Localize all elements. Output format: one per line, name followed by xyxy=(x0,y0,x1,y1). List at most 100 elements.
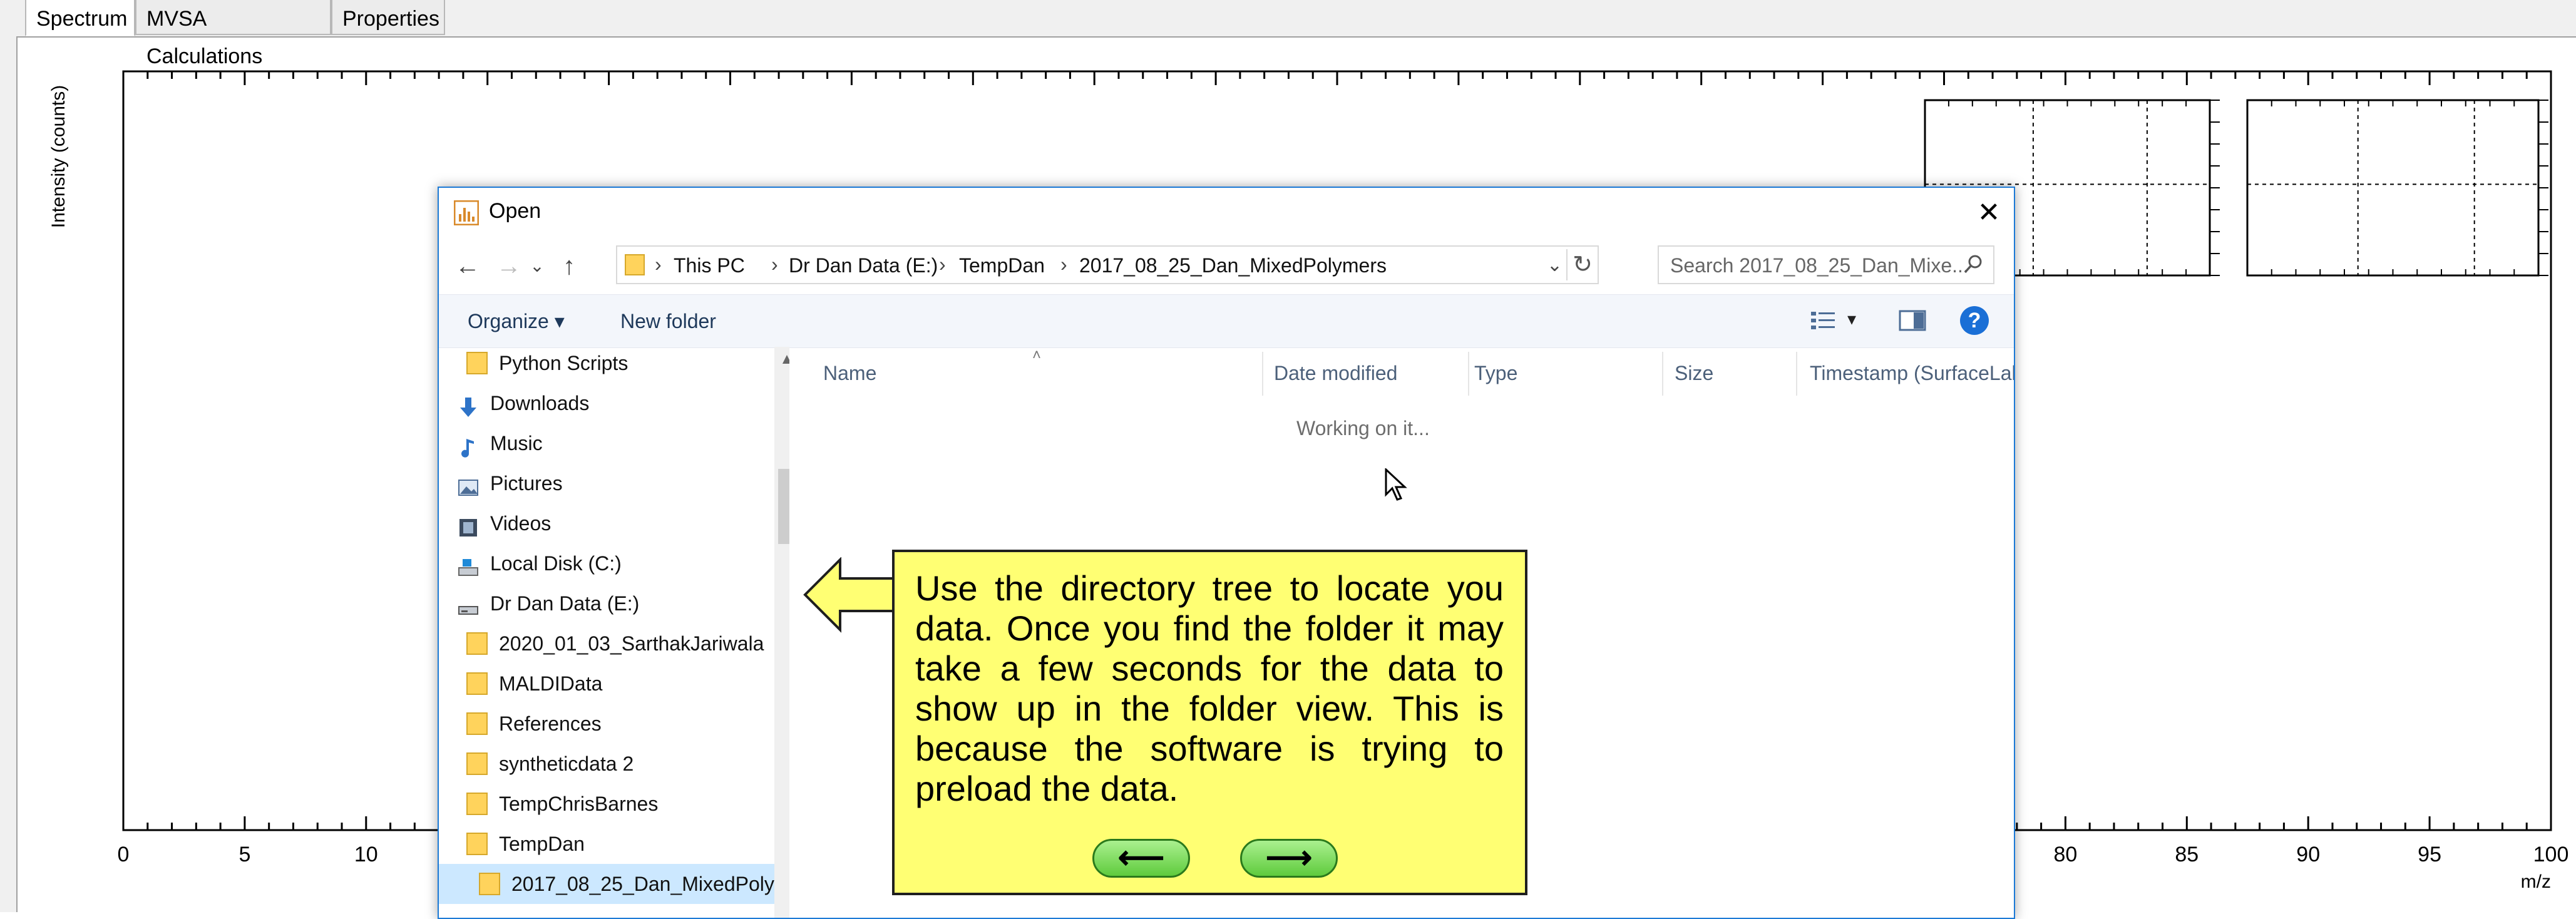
dialog-titlebar[interactable]: Open ✕ xyxy=(439,188,2014,238)
local-disk-icon xyxy=(458,552,479,576)
preview-pane-icon[interactable] xyxy=(1899,310,1926,331)
close-icon: ✕ xyxy=(1977,197,2001,228)
nav-tree-item-label: TempDan xyxy=(499,833,585,855)
nav-tree-item-label: Videos xyxy=(490,512,552,535)
previous-step-button[interactable]: ⟵ xyxy=(1092,839,1190,878)
tutorial-callout: Use the directory tree to locate you dat… xyxy=(892,550,1527,895)
column-separator[interactable] xyxy=(1796,352,1797,396)
folder-icon xyxy=(466,712,488,735)
command-bar: Organize ▾ New folder ▾ ? xyxy=(439,294,2014,348)
refresh-icon[interactable]: ↻ xyxy=(1566,249,1593,280)
app-icon xyxy=(454,200,479,225)
view-dropdown-chevron-icon[interactable]: ▾ xyxy=(1847,309,1856,329)
nav-tree-item-label: Python Scripts xyxy=(499,352,629,374)
nav-tree-item-label: Music xyxy=(490,432,543,454)
nav-tree-item[interactable]: Videos xyxy=(439,503,777,543)
organize-menu[interactable]: Organize ▾ xyxy=(468,307,565,335)
nav-tree-item-label: References xyxy=(499,712,602,735)
drive-icon xyxy=(458,592,479,615)
breadcrumb-separator: › xyxy=(939,253,946,275)
x-tick-label: 10 xyxy=(354,843,378,866)
recent-locations-button[interactable]: ⌄ xyxy=(526,249,548,283)
view-details-icon[interactable] xyxy=(1810,310,1836,331)
y-axis-title: Intensity (counts) xyxy=(48,85,69,228)
search-input[interactable]: Search 2017_08_25_Dan_Mixe... xyxy=(1658,245,1994,284)
x-tick-label: 85 xyxy=(2175,843,2199,866)
breadcrumb-this-pc[interactable]: This PC xyxy=(674,252,745,279)
address-bar[interactable]: › This PC › Dr Dan Data (E:) › TempDan ›… xyxy=(616,245,1599,284)
nav-tree-item[interactable]: Downloads xyxy=(439,383,777,423)
tab-spectrum[interactable]: Spectrum xyxy=(25,0,135,36)
callout-pointer-arrow-icon xyxy=(803,557,895,633)
column-header-name[interactable]: Name xyxy=(823,359,876,387)
loading-status: Working on it... xyxy=(1296,417,1430,439)
search-icon xyxy=(1964,255,1982,274)
dialog-title: Open xyxy=(489,199,541,223)
folder-icon xyxy=(466,833,488,855)
column-header-timestamp[interactable]: Timestamp (SurfaceLab xyxy=(1810,359,2014,387)
forward-arrow-icon: → xyxy=(496,252,521,280)
nav-tree-item[interactable]: Local Disk (C:) xyxy=(439,543,777,583)
column-separator[interactable] xyxy=(1468,352,1469,396)
breadcrumb-current-folder[interactable]: 2017_08_25_Dan_MixedPolymers xyxy=(1079,252,1387,279)
nav-tree-item[interactable]: Dr Dan Data (E:) xyxy=(439,583,777,624)
x-tick-label: 0 xyxy=(118,843,130,866)
nav-tree-item[interactable]: Music xyxy=(439,423,777,463)
breadcrumb-tempdan[interactable]: TempDan xyxy=(959,252,1045,279)
breadcrumb-separator: › xyxy=(655,253,662,275)
folder-icon xyxy=(625,254,645,275)
nav-tree-item[interactable]: MALDIData xyxy=(439,664,777,704)
column-separator[interactable] xyxy=(1262,352,1263,396)
navigation-pane[interactable]: Python Scripts Downloads Music Pictures Vide… xyxy=(439,347,789,918)
nav-tree-item-label: Local Disk (C:) xyxy=(490,552,622,575)
next-step-button[interactable]: ⟶ xyxy=(1240,839,1338,878)
up-button[interactable]: ↑ xyxy=(552,249,587,283)
search-placeholder: Search 2017_08_25_Dan_Mixe... xyxy=(1670,254,1969,277)
breadcrumb-separator: › xyxy=(771,253,778,275)
forward-button[interactable]: → xyxy=(491,249,526,283)
nav-tree-item[interactable]: 2017_08_25_Dan_MixedPolymers xyxy=(439,864,777,904)
breadcrumb-separator: › xyxy=(1060,253,1067,275)
nav-tree-item-label: MALDIData xyxy=(499,672,603,695)
nav-tree-item[interactable]: 2020_01_03_SarthakJariwala xyxy=(439,624,777,664)
folder-icon xyxy=(466,672,488,695)
new-folder-button[interactable]: New folder xyxy=(620,307,716,335)
close-button[interactable]: ✕ xyxy=(1964,188,2014,238)
folder-icon xyxy=(479,873,500,895)
x-tick-label: 5 xyxy=(239,843,250,866)
breadcrumb-drive[interactable]: Dr Dan Data (E:) xyxy=(789,252,938,279)
pictures-icon xyxy=(458,472,479,496)
nav-tree-item[interactable]: TempChrisBarnes xyxy=(439,784,777,824)
help-icon[interactable]: ? xyxy=(1960,306,1989,335)
nav-tree-item[interactable]: Pictures xyxy=(439,463,777,503)
downloads-icon xyxy=(458,392,479,417)
x-tick-label: 100 xyxy=(2533,843,2569,866)
x-axis-title: m/z xyxy=(2521,871,2551,892)
address-history-chevron-icon[interactable]: ⌄ xyxy=(1547,252,1563,279)
callout-text: Use the directory tree to locate you dat… xyxy=(915,568,1504,808)
address-row: ← → ⌄ ↑ › This PC › Dr Dan Data (E:) › T… xyxy=(439,238,2014,294)
left-arrow-icon: ⟵ xyxy=(1117,839,1165,876)
videos-icon xyxy=(458,512,479,537)
column-header-size[interactable]: Size xyxy=(1675,359,1713,387)
column-separator[interactable] xyxy=(1662,352,1663,396)
nav-tree-item-label: Dr Dan Data (E:) xyxy=(490,592,640,615)
nav-tree-item[interactable]: Python Scripts xyxy=(439,347,777,383)
folder-icon xyxy=(466,352,488,374)
scroll-up-arrow-icon[interactable]: ▲ xyxy=(774,347,789,372)
nav-tree-item[interactable]: syntheticdata 2 xyxy=(439,744,777,784)
nav-tree-item[interactable]: References xyxy=(439,704,777,744)
folder-icon xyxy=(466,752,488,775)
nav-tree-item[interactable]: TempDan xyxy=(439,824,777,864)
chevron-down-icon: ⌄ xyxy=(530,256,545,275)
x-tick-label: 90 xyxy=(2296,843,2320,866)
column-header-type[interactable]: Type xyxy=(1474,359,1517,387)
nav-scrollbar[interactable] xyxy=(774,347,789,918)
inset-plot xyxy=(2246,99,2548,277)
mouse-cursor-icon xyxy=(1385,468,1407,501)
back-button[interactable]: ← xyxy=(450,249,485,283)
up-arrow-icon: ↑ xyxy=(563,252,575,280)
nav-tree-item-label: TempChrisBarnes xyxy=(499,793,659,815)
nav-scrollbar-thumb[interactable] xyxy=(778,469,789,544)
column-header-date-modified[interactable]: Date modified xyxy=(1274,359,1397,387)
